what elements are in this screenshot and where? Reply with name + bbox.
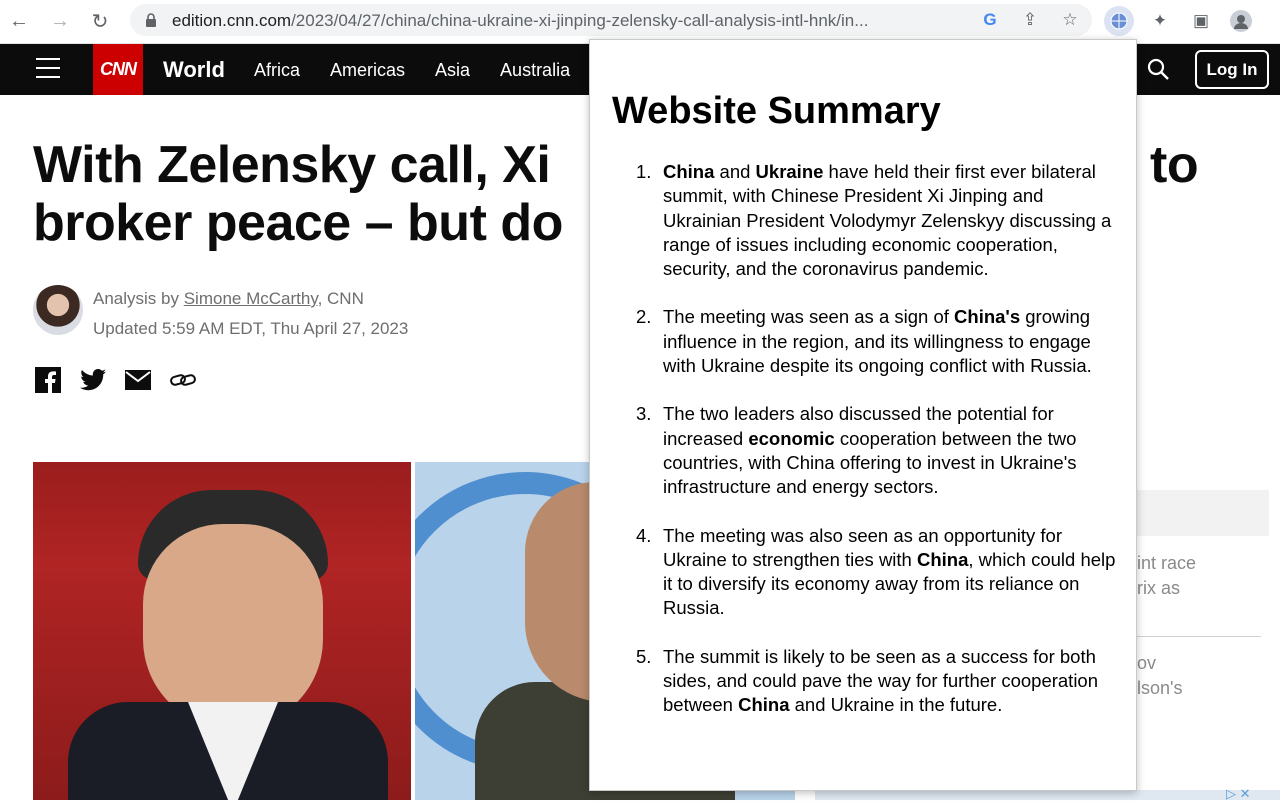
reload-icon[interactable]: ↻ [87,8,113,34]
summary-item: 1. China and Ukraine have held their firs… [636,160,1116,281]
cnn-logo[interactable]: CNN [93,44,143,95]
address-bar[interactable]: edition.cnn.com/2023/04/27/china/china-u… [130,4,1092,36]
section-nav: Africa Americas Asia Australia [254,60,600,81]
summary-item: 4. The meeting was also seen as an opport… [636,524,1116,621]
summary-item-number: 2. [636,306,652,328]
summary-item-text: The meeting was seen as a sign of China'… [663,306,1092,377]
byline-prefix: Analysis by [93,289,179,308]
byline-suffix: , CNN [317,289,364,308]
website-summary-popup: Website Summary 1. China and Ukraine have… [589,39,1137,791]
author-link[interactable]: Simone McCarthy [184,289,318,308]
updated-timestamp: Updated 5:59 AM EDT, Thu April 27, 2023 [93,319,409,338]
headline-line2: broker peace – but do [33,194,563,252]
nav-item-asia[interactable]: Asia [435,60,470,81]
rail-story-1-line1[interactable]: int race [1137,553,1196,574]
rail-story-2-line1[interactable]: ov [1137,653,1156,674]
summary-item-number: 4. [636,524,652,546]
nav-item-americas[interactable]: Americas [330,60,405,81]
url-host: edition.cnn.com [172,11,292,30]
summary-item: 3. The two leaders also discussed the pot… [636,402,1116,499]
extensions-puzzle-icon[interactable]: ✦ [1145,6,1175,36]
rail-story-2-line2[interactable]: lson's [1137,678,1182,699]
ad-banner[interactable] [815,790,1280,800]
google-translate-icon[interactable]: G [979,9,1001,31]
browser-toolbar: ← → ↻ edition.cnn.com/2023/04/27/china/c… [0,0,1280,44]
rail-story-1-line2[interactable]: rix as [1137,578,1180,599]
byline: Analysis by Simone McCarthy, CNN [93,289,364,309]
rail-header-bar [1136,490,1269,536]
menu-hamburger-icon[interactable] [36,58,60,80]
section-title[interactable]: World [163,57,225,83]
copy-link-icon[interactable] [170,367,196,393]
globe-icon [1110,12,1128,30]
author-avatar[interactable] [33,285,83,335]
summary-extension-icon[interactable] [1104,6,1134,36]
summary-item: 2. The meeting was seen as a sign of Chin… [636,305,1116,378]
login-button[interactable]: Log In [1195,50,1269,89]
side-panel-icon[interactable]: ▣ [1186,6,1216,36]
summary-item-number: 1. [636,161,652,182]
url-text[interactable]: edition.cnn.com/2023/04/27/china/china-u… [172,11,972,31]
twitter-icon[interactable] [80,367,106,393]
search-icon[interactable] [1146,57,1170,87]
back-arrow-icon[interactable]: ← [6,8,32,34]
summary-item-text: China and Ukraine have held their first … [663,161,1112,280]
summary-item-text: The meeting was also seen as an opportun… [663,524,1116,619]
summary-item: 5. The summit is likely to be seen as a s… [636,645,1116,718]
forward-arrow-icon[interactable]: → [47,8,73,34]
nav-item-australia[interactable]: Australia [500,60,570,81]
headline-line1-left: With Zelensky call, Xi [33,136,551,194]
summary-item-text: The summit is likely to be seen as a suc… [663,645,1099,716]
bookmark-star-icon[interactable]: ☆ [1059,9,1081,31]
summary-item-number: 5. [636,645,652,667]
headline-line1-right: to [1150,136,1199,194]
share-icon[interactable]: ⇪ [1019,9,1041,31]
xi-jinping-photo[interactable] [33,462,411,800]
profile-avatar-icon[interactable] [1226,6,1256,36]
summary-item-text: The two leaders also discussed the poten… [663,403,1077,498]
facebook-icon[interactable] [35,367,61,393]
summary-list: 1. China and Ukraine have held their firs… [636,160,1116,742]
url-path: /2023/04/27/china/china-ukraine-xi-jinpi… [291,11,869,30]
rail-divider [1136,636,1261,637]
nav-item-africa[interactable]: Africa [254,60,300,81]
lock-icon [146,13,156,27]
popup-title: Website Summary [612,90,941,132]
summary-item-number: 3. [636,403,652,425]
email-icon[interactable] [125,367,151,393]
